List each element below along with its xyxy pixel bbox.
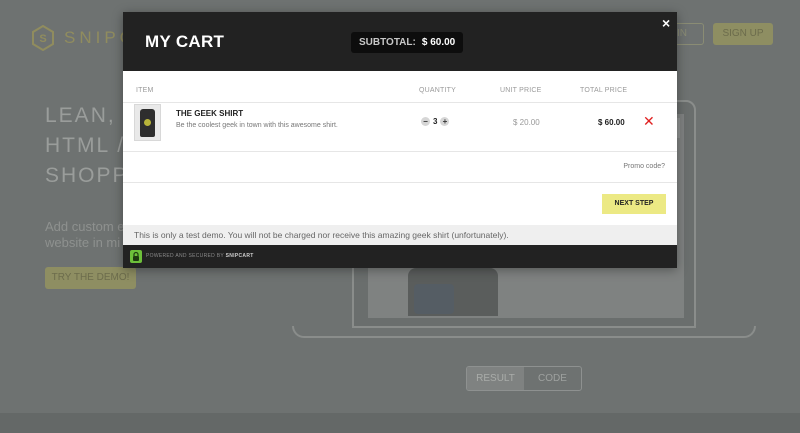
- powered-by-text: POWERED AND SECURED BY SNIPCART: [146, 253, 254, 259]
- lock-icon: [130, 250, 142, 263]
- product-thumbnail: [134, 104, 161, 141]
- cart-header: MY CART SUBTOTAL: $ 60.00 ×: [123, 12, 677, 71]
- background-footer-strip: [0, 413, 800, 433]
- column-header-total-price: TOTAL PRICE: [580, 87, 628, 94]
- cart-modal: MY CART SUBTOTAL: $ 60.00 × ITEM QUANTIT…: [123, 12, 677, 268]
- test-demo-notice: This is only a test demo. You will not b…: [123, 225, 677, 245]
- subtotal-value: $ 60.00: [421, 37, 456, 48]
- result-tab[interactable]: RESULT: [467, 367, 524, 390]
- cart-title: MY CART: [145, 32, 225, 51]
- next-step-button[interactable]: NEXT STEP: [602, 194, 666, 214]
- subtotal-badge: SUBTOTAL: $ 60.00: [351, 32, 464, 53]
- total-price: $ 60.00: [598, 118, 625, 127]
- quantity-value: 3: [433, 117, 438, 126]
- product-description: Be the coolest geek in town with this aw…: [176, 122, 338, 129]
- code-tab[interactable]: CODE: [524, 367, 581, 390]
- quantity-stepper: − 3 +: [421, 117, 450, 126]
- cart-footer: POWERED AND SECURED BY SNIPCART: [123, 245, 677, 268]
- test-demo-text: This is only a test demo. You will not b…: [134, 230, 509, 240]
- remove-item-icon[interactable]: ✕: [643, 113, 655, 130]
- promo-row: Promo code?: [123, 152, 677, 183]
- cart-column-headers: ITEM QUANTITY UNIT PRICE TOTAL PRICE: [123, 71, 677, 103]
- result-code-toggle: RESULT CODE: [466, 366, 582, 391]
- close-icon[interactable]: ×: [662, 15, 670, 31]
- hero-sub-2: website in mi: [45, 235, 121, 250]
- decrease-quantity-button[interactable]: −: [421, 117, 430, 126]
- shirt-logo: [144, 119, 151, 126]
- powered-by-label: POWERED AND SECURED BY: [146, 253, 224, 259]
- column-header-quantity: QUANTITY: [419, 87, 456, 94]
- promo-code-link[interactable]: Promo code?: [623, 163, 665, 170]
- unit-price: $ 20.00: [513, 118, 540, 127]
- snipcart-brand[interactable]: SNIPCART: [226, 253, 254, 259]
- subtotal-label: SUBTOTAL:: [359, 37, 416, 48]
- try-demo-button[interactable]: TRY THE DEMO!: [45, 267, 136, 289]
- hexagon-logo-icon: S: [32, 25, 54, 51]
- svg-text:S: S: [39, 33, 46, 45]
- cart-item-row: THE GEEK SHIRT Be the coolest geek in to…: [123, 103, 677, 152]
- laptop-base: [292, 326, 756, 338]
- product-name: THE GEEK SHIRT: [176, 109, 244, 118]
- column-header-item: ITEM: [136, 87, 154, 94]
- hero-sub-1: Add custom e: [45, 219, 125, 234]
- signup-button[interactable]: SIGN UP: [713, 23, 773, 45]
- increase-quantity-button[interactable]: +: [440, 117, 450, 126]
- model-jeans: [414, 284, 454, 314]
- column-header-unit-price: UNIT PRICE: [500, 87, 542, 94]
